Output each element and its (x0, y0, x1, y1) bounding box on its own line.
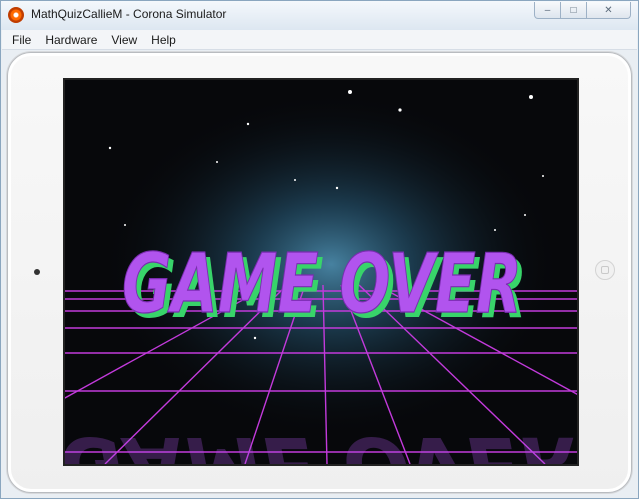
menu-bar: File Hardware View Help (2, 30, 637, 50)
window-title: MathQuizCallieM - Corona Simulator (31, 7, 227, 21)
device-screen[interactable]: GAME OVER GAME OVER GAME OVER (63, 78, 579, 466)
game-over-reflection: GAME OVER (65, 419, 577, 464)
simulator-window: MathQuizCallieM - Corona Simulator – □ ✕… (0, 0, 639, 499)
star (246, 122, 250, 126)
home-button-icon[interactable] (595, 260, 615, 280)
title-bar[interactable]: MathQuizCallieM - Corona Simulator – □ ✕ (1, 1, 638, 30)
star (335, 186, 339, 190)
camera-icon (34, 269, 40, 275)
star (108, 146, 112, 150)
game-over-scene: GAME OVER GAME OVER GAME OVER (65, 80, 577, 464)
star (216, 161, 218, 163)
star (253, 336, 257, 340)
star (348, 90, 352, 94)
star (398, 108, 402, 112)
corona-app-icon[interactable] (8, 7, 24, 23)
star (529, 95, 533, 99)
minimize-button[interactable]: – (534, 2, 561, 19)
star (542, 175, 544, 177)
menu-file[interactable]: File (2, 33, 38, 47)
star (294, 179, 296, 181)
menu-hardware[interactable]: Hardware (38, 33, 104, 47)
star (124, 224, 126, 226)
close-button[interactable]: ✕ (586, 2, 631, 19)
game-over-title: GAME OVER (122, 237, 522, 332)
menu-help[interactable]: Help (144, 33, 183, 47)
menu-view[interactable]: View (104, 33, 144, 47)
star (494, 229, 496, 231)
maximize-button[interactable]: □ (560, 2, 587, 19)
star (524, 214, 526, 216)
